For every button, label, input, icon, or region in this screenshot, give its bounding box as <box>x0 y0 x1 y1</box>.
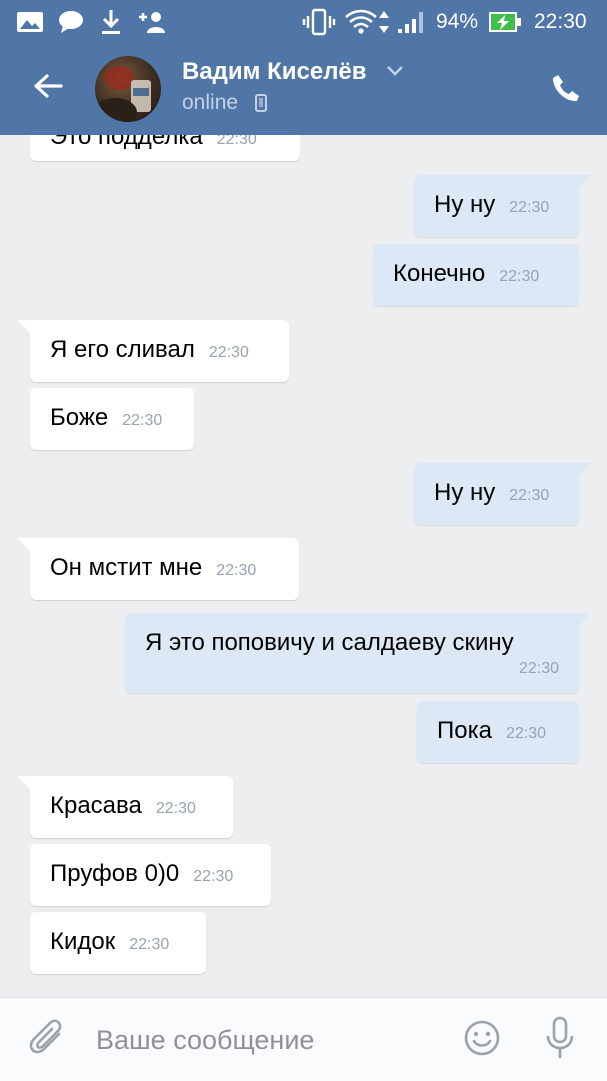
paperclip-icon <box>29 1018 67 1063</box>
message-text: Пруфов 0)0 <box>50 860 180 887</box>
message-text: Я его сливал <box>50 336 195 363</box>
message-time: 22:30 <box>518 660 559 677</box>
microphone-icon <box>545 1016 575 1065</box>
gallery-notification-icon <box>16 8 44 36</box>
message-text: Красава <box>50 792 142 819</box>
message-time: 22:30 <box>499 268 540 285</box>
battery-percent: 94% <box>436 10 479 33</box>
clock: 22:30 <box>534 10 587 33</box>
message-text: Ну ну <box>434 191 496 218</box>
message-incoming[interactable]: Это подделка 22:30 <box>30 135 300 161</box>
message-incoming[interactable]: Красава 22:30 <box>18 776 233 838</box>
message-incoming[interactable]: Я его сливал 22:30 <box>18 320 289 382</box>
message-notification-icon <box>58 8 84 36</box>
data-transfer-icon <box>378 8 390 36</box>
battery-charging-icon <box>488 8 522 36</box>
message-list[interactable]: Это подделка 22:30 Ну ну 22:30 Конечно 22:3… <box>0 135 607 997</box>
message-outgoing[interactable]: Конечно 22:30 <box>373 244 579 306</box>
bubble-tail <box>571 463 591 485</box>
message-time: 22:30 <box>509 199 550 216</box>
message-text: Кидок <box>50 928 116 955</box>
message-time: 22:30 <box>509 487 550 504</box>
bubble-tail <box>571 175 591 197</box>
message-text: Я это поповичу и салдаеву скину <box>145 629 514 656</box>
message-outgoing[interactable]: Я это поповичу и салдаеву скину 22:30 <box>125 613 591 693</box>
smiley-icon <box>463 1019 501 1062</box>
emoji-button[interactable] <box>460 1018 504 1062</box>
message-text: Он мстит мне <box>50 554 203 581</box>
contact-online-status: online <box>182 91 239 114</box>
message-outgoing[interactable]: Ну ну 22:30 <box>414 175 591 237</box>
message-text: Ну ну <box>434 479 496 506</box>
message-text: Боже <box>50 404 109 431</box>
chevron-down-icon[interactable] <box>386 64 404 82</box>
signal-icon <box>396 8 428 36</box>
message-incoming[interactable]: Пруфов 0)0 22:30 <box>30 844 271 906</box>
contact-avatar[interactable] <box>95 56 161 122</box>
download-icon <box>100 8 122 36</box>
message-incoming[interactable]: Он мстит мне 22:30 <box>18 538 299 600</box>
call-button[interactable] <box>538 62 594 118</box>
wifi-icon <box>344 8 378 36</box>
vibrate-icon <box>302 8 336 36</box>
message-time: 22:30 <box>505 725 547 742</box>
message-text: Пока <box>437 717 492 744</box>
message-time: 22:30 <box>155 800 196 817</box>
message-incoming[interactable]: Кидок 22:30 <box>30 912 206 974</box>
contact-name[interactable]: Вадим Киселёв <box>182 58 367 86</box>
message-time: 22:30 <box>216 562 257 579</box>
bubble-tail <box>18 320 38 342</box>
message-time: 22:30 <box>129 936 170 953</box>
attach-button[interactable] <box>26 1018 70 1062</box>
message-outgoing[interactable]: Пока 22:30 <box>417 701 579 763</box>
message-text: Это подделка <box>50 135 203 150</box>
message-time: 22:30 <box>216 135 257 148</box>
voice-message-button[interactable] <box>538 1016 582 1064</box>
message-time: 22:30 <box>122 412 163 429</box>
status-bar: 94% 22:30 <box>0 0 607 44</box>
mobile-device-icon <box>255 94 267 117</box>
message-composer <box>0 997 607 1081</box>
back-arrow-icon <box>33 73 63 104</box>
bubble-tail <box>18 776 38 798</box>
message-time: 22:30 <box>193 868 234 885</box>
add-friend-icon <box>137 8 167 36</box>
bubble-tail <box>571 613 591 635</box>
back-button[interactable] <box>20 64 76 112</box>
message-input[interactable] <box>96 1020 436 1060</box>
message-text: Конечно <box>393 260 486 287</box>
bubble-tail <box>18 538 38 560</box>
chat-header: Вадим Киселёв online <box>0 44 607 135</box>
message-time: 22:30 <box>208 344 249 361</box>
message-outgoing[interactable]: Ну ну 22:30 <box>414 463 591 525</box>
message-incoming[interactable]: Боже 22:30 <box>30 388 194 450</box>
phone-icon <box>551 73 581 108</box>
